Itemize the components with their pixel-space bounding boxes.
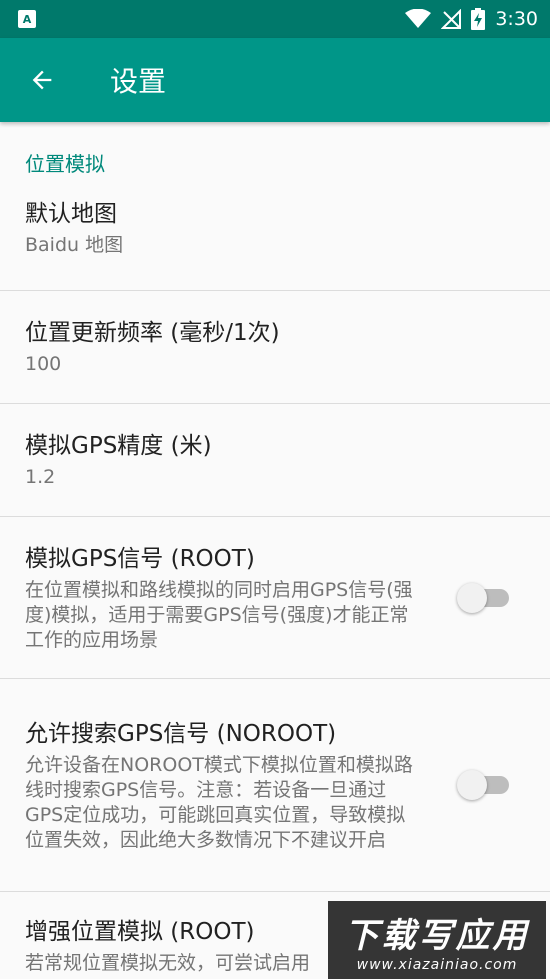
pref-summary: 100: [25, 353, 62, 375]
pref-title: 允许搜索GPS信号 (NOROOT): [25, 720, 337, 747]
settings-list: 位置模拟 默认地图 Baidu 地图 位置更新频率 (毫秒/1次) 100 模拟…: [0, 122, 550, 979]
pref-gps-accuracy[interactable]: 模拟GPS精度 (米) 1.2: [0, 404, 550, 517]
pref-allow-gps-search[interactable]: 允许搜索GPS信号 (NOROOT) 允许设备在NOROOT模式下模拟位置和模拟…: [0, 679, 550, 892]
gps-search-switch[interactable]: [457, 770, 513, 800]
pref-text: 模拟GPS信号 (ROOT) 在位置模拟和路线模拟的同时启用GPS信号(强度)模…: [25, 543, 457, 653]
status-time: 3:30: [495, 8, 538, 30]
watermark-logo: 下载写应用 www.xiazainiao.com: [328, 901, 546, 979]
battery-charging-icon: [471, 8, 486, 30]
no-signal-icon: [441, 9, 462, 29]
arrow-back-icon: [32, 70, 52, 90]
pref-title: 位置更新频率 (毫秒/1次): [25, 320, 280, 346]
pref-summary: Baidu 地图: [25, 234, 124, 256]
app-notification-icon: A: [18, 10, 36, 28]
pref-text: 允许搜索GPS信号 (NOROOT) 允许设备在NOROOT模式下模拟位置和模拟…: [25, 718, 457, 853]
back-button[interactable]: [0, 38, 84, 122]
pref-text: 模拟GPS精度 (米) 1.2: [25, 430, 525, 490]
watermark-title: 下载写应用: [344, 915, 530, 956]
watermark-url: www.xiazainiao.com: [356, 956, 518, 973]
pref-summary: 在位置模拟和路线模拟的同时启用GPS信号(强度)模拟，适用于需要GPS信号(强度…: [25, 578, 413, 651]
status-icons: 3:30: [405, 8, 538, 30]
switch-thumb: [457, 770, 487, 800]
page-title: 设置: [110, 65, 167, 98]
pref-simulate-gps-signal[interactable]: 模拟GPS信号 (ROOT) 在位置模拟和路线模拟的同时启用GPS信号(强度)模…: [0, 517, 550, 679]
pref-title: 模拟GPS精度 (米): [25, 433, 212, 459]
pref-text: 默认地图 Baidu 地图: [25, 198, 525, 258]
pref-summary: 1.2: [25, 466, 56, 488]
pref-summary: 允许设备在NOROOT模式下模拟位置和模拟路线时搜索GPS信号。注意：若设备一旦…: [25, 753, 413, 851]
pref-default-map[interactable]: 默认地图 Baidu 地图: [0, 188, 550, 291]
wifi-icon: [405, 9, 432, 28]
pref-text: 位置更新频率 (毫秒/1次) 100: [25, 317, 525, 377]
app-toolbar: 设置: [0, 38, 550, 122]
pref-title: 模拟GPS信号 (ROOT): [25, 545, 255, 572]
status-bar: A 3:30: [0, 0, 550, 38]
switch-thumb: [457, 582, 487, 613]
category-location-sim: 位置模拟: [25, 152, 105, 176]
pref-update-frequency[interactable]: 位置更新频率 (毫秒/1次) 100: [0, 291, 550, 404]
pref-title: 默认地图: [25, 201, 117, 227]
gps-signal-switch[interactable]: [457, 582, 513, 613]
